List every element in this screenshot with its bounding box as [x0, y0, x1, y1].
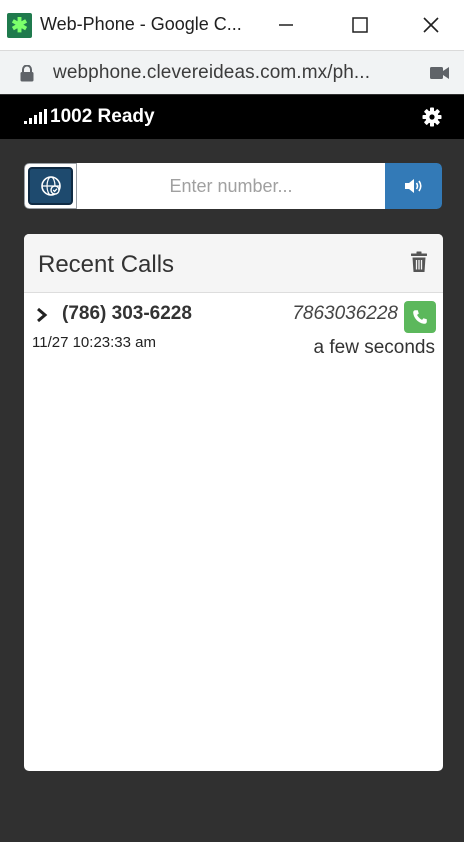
call-datetime: 11/27 10:23:33 am	[32, 334, 156, 351]
maximize-icon	[352, 17, 368, 33]
number-input[interactable]	[77, 163, 385, 209]
call-number: 7863036228	[292, 303, 398, 324]
dialer-row	[24, 163, 442, 209]
trash-icon[interactable]	[410, 251, 428, 273]
phone-icon	[413, 310, 427, 324]
close-button[interactable]	[411, 10, 451, 40]
url-text[interactable]: webphone.clevereideas.com.mx/ph...	[53, 62, 370, 84]
call-contact-name: (786) 303-6228	[62, 303, 192, 324]
status-text: 1002 Ready	[50, 106, 155, 127]
window-title: Web-Phone - Google C...	[40, 14, 242, 34]
recent-calls-header: Recent Calls	[24, 234, 443, 293]
audio-button[interactable]	[385, 163, 442, 209]
volume-icon	[404, 179, 422, 193]
recent-calls-panel: Recent Calls (786) 303-6228 11/27 10:23:…	[24, 234, 443, 771]
gear-icon[interactable]	[422, 107, 442, 127]
minimize-button[interactable]	[266, 10, 306, 40]
contact-globe-icon	[40, 176, 61, 196]
contacts-button-face	[28, 167, 73, 205]
minimize-icon	[279, 24, 293, 26]
maximize-button[interactable]	[340, 10, 380, 40]
contacts-button[interactable]	[24, 163, 77, 209]
recent-calls-title: Recent Calls	[38, 251, 175, 278]
camera-icon[interactable]	[430, 66, 449, 80]
call-relative-time: a few seconds	[313, 337, 435, 358]
close-icon	[423, 17, 439, 33]
call-back-button[interactable]	[404, 301, 436, 333]
signal-icon	[24, 109, 47, 124]
chevron-right-icon[interactable]	[36, 307, 48, 323]
lock-icon	[20, 65, 34, 82]
address-bar[interactable]: webphone.clevereideas.com.mx/ph...	[0, 50, 464, 94]
app-asterisk-icon: ✱	[7, 13, 32, 38]
window-titlebar: ✱ Web-Phone - Google C...	[0, 0, 464, 50]
